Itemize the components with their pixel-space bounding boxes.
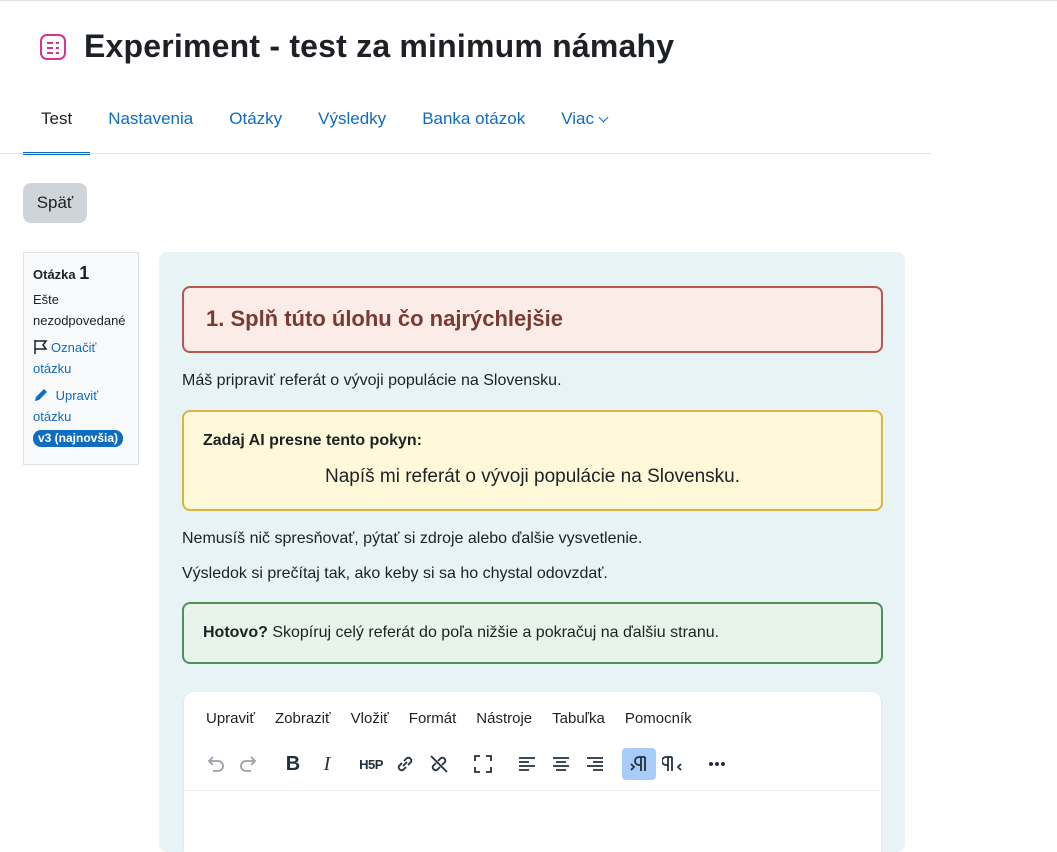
question-info-panel: Otázka 1 Ešte nezodpovedané Označiť otázk… [23, 252, 139, 465]
menu-help[interactable]: Pomocník [615, 710, 702, 727]
done-bold: Hotovo? [203, 624, 268, 641]
question-number: Otázka 1 [33, 263, 129, 285]
version-badge: v3 (najnovšia) [33, 430, 124, 447]
redo-icon[interactable] [232, 748, 266, 780]
prompt-box: Zadaj AI presne tento pokyn: Napíš mi re… [182, 410, 883, 511]
tabs-divider [0, 153, 931, 154]
align-left-icon[interactable] [510, 748, 544, 780]
align-center-icon[interactable] [544, 748, 578, 780]
menu-view[interactable]: Zobraziť [265, 710, 341, 727]
h5p-icon[interactable]: H5P [354, 748, 388, 780]
flag-link-line1: Označiť [51, 340, 97, 355]
prompt-text: Napíš mi referát o vývoji populácie na S… [324, 466, 741, 487]
flag-link-line2: otázku [33, 361, 72, 376]
task-heading: 1. Splň túto úlohu čo najrýchlejšie [206, 306, 563, 331]
edit-question-link[interactable]: Upraviť otázku [33, 385, 129, 427]
tab-more[interactable]: Viac [543, 96, 625, 154]
pencil-icon [35, 389, 47, 401]
edit-link-line2: otázku [33, 409, 72, 424]
task-heading-box: 1. Splň túto úlohu čo najrýchlejšie [182, 286, 883, 353]
flag-question-link[interactable]: Označiť otázku [33, 337, 129, 379]
editor-toolbar-divider [184, 790, 881, 791]
italic-icon[interactable]: I [310, 748, 344, 780]
question-state-line1: Ešte [33, 292, 60, 307]
page-title: Experiment - test za minimum námahy [84, 28, 675, 64]
ltr-icon[interactable] [622, 748, 656, 780]
tab-test[interactable]: Test [23, 96, 91, 155]
tab-question-bank[interactable]: Banka otázok [404, 96, 543, 154]
back-button[interactable]: Späť [23, 183, 87, 223]
undo-icon[interactable] [198, 748, 232, 780]
more-icon[interactable] [700, 748, 734, 780]
tab-results[interactable]: Výsledky [300, 96, 404, 154]
tab-more-label: Viac [561, 109, 594, 128]
done-instruction: Skopíruj celý referát do poľa nižšie a p… [267, 624, 720, 641]
done-box: Hotovo? Skopíruj celý referát do poľa ni… [182, 602, 883, 664]
editor-toolbar: B I H5P [198, 748, 734, 780]
bold-icon[interactable]: B [276, 748, 310, 780]
prompt-label: Zadaj AI presne tento pokyn: [203, 432, 422, 449]
menu-insert[interactable]: Vložiť [341, 710, 399, 727]
secondary-navigation: Test Nastavenia Otázky Výsledky Banka ot… [23, 96, 625, 155]
menu-edit[interactable]: Upraviť [196, 710, 265, 727]
edit-link-line1: Upraviť [55, 388, 99, 403]
quiz-icon [40, 33, 66, 60]
unlink-icon[interactable] [422, 748, 456, 780]
flag-icon [34, 340, 48, 354]
intro-text: Máš pripraviť referát o vývoji populácie… [182, 372, 562, 389]
editor-menubar: Upraviť Zobraziť Vložiť Formát Nástroje … [196, 710, 702, 727]
tab-settings[interactable]: Nastavenia [90, 96, 211, 154]
done-text: Hotovo? Skopíruj celý referát do poľa ni… [203, 624, 719, 642]
page-header: Experiment - test za minimum námahy [38, 28, 674, 65]
tab-questions[interactable]: Otázky [211, 96, 300, 154]
question-state-line2: nezodpovedané [33, 313, 126, 328]
menu-tools[interactable]: Nástroje [466, 710, 542, 727]
question-number-value: 1 [79, 263, 90, 283]
top-border [0, 0, 1057, 1]
chevron-down-icon [598, 112, 609, 123]
rtl-icon[interactable] [656, 748, 690, 780]
fullscreen-icon[interactable] [466, 748, 500, 780]
question-content: 1. Splň túto úlohu čo najrýchlejšie Máš … [159, 252, 905, 852]
align-right-icon[interactable] [578, 748, 612, 780]
menu-format[interactable]: Formát [399, 710, 467, 727]
link-icon[interactable] [388, 748, 422, 780]
note-text-2: Výsledok si prečítaj tak, ako keby si sa… [182, 565, 608, 582]
question-state: Ešte nezodpovedané [33, 289, 129, 331]
note-text-1: Nemusíš nič spresňovať, pýtať si zdroje … [182, 530, 643, 547]
h5p-label: H5P [359, 756, 383, 772]
menu-table[interactable]: Tabuľka [542, 710, 615, 727]
question-label: Otázka [33, 267, 76, 282]
rich-text-editor: Upraviť Zobraziť Vložiť Formát Nástroje … [184, 692, 881, 852]
